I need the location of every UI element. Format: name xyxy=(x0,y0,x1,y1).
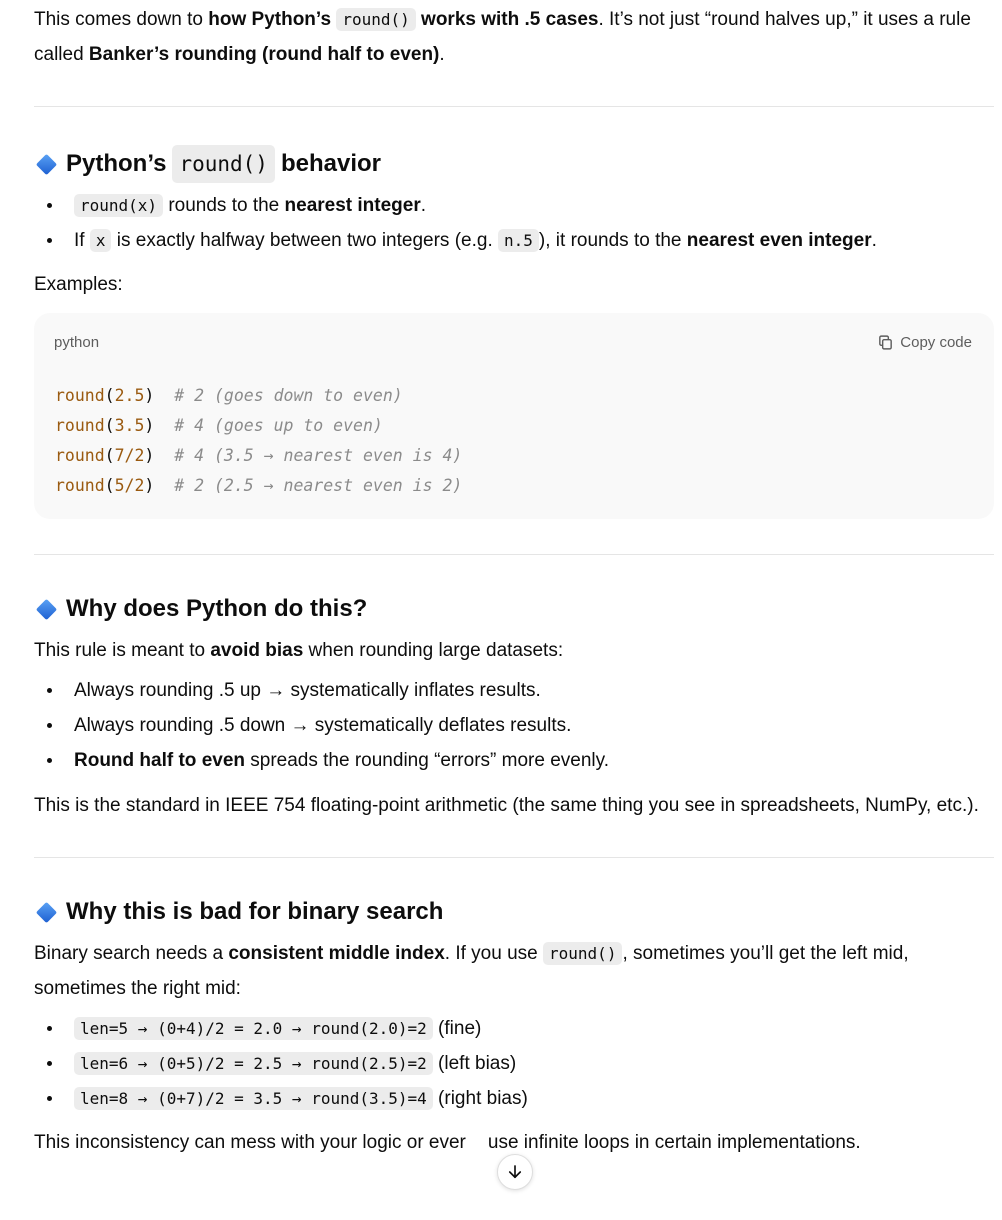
paragraph: This rule is meant to avoid bias when ro… xyxy=(34,633,994,668)
bold-text: avoid bias xyxy=(210,640,304,661)
code-comment: # 2 (goes down to even) xyxy=(174,386,403,405)
blue-diamond-icon xyxy=(35,153,58,175)
divider xyxy=(34,554,994,555)
bullet-list: round(x) rounds to the nearest integer. … xyxy=(34,188,994,258)
section-heading: Python’s round() behavior xyxy=(34,145,994,183)
paragraph: Binary search needs a consistent middle … xyxy=(34,936,994,1006)
code-function: round xyxy=(55,386,105,405)
list-item: round(x) rounds to the nearest integer. xyxy=(34,188,994,223)
text: . If you use xyxy=(444,943,544,964)
text: when rounding large datasets: xyxy=(303,640,564,661)
intro-paragraph: This comes down to how Python’s round() … xyxy=(34,2,994,72)
copy-icon xyxy=(879,335,893,350)
list-item: Always rounding .5 up → systematically i… xyxy=(34,673,994,708)
text: Binary search needs a xyxy=(34,943,229,964)
code-line: round(3.5) # 4 (goes up to even) xyxy=(55,416,383,435)
text: This inconsistency can mess with your lo… xyxy=(34,1132,466,1153)
code-block: python Copy code round(2.5) # 2 (goes do… xyxy=(34,313,994,519)
text: This comes down to xyxy=(34,9,209,30)
text: (right bias) xyxy=(432,1088,528,1109)
code-argument: 3.5 xyxy=(114,416,145,435)
bold-text: consistent middle index xyxy=(228,943,445,964)
blue-diamond-icon xyxy=(35,901,58,923)
code-comment: # 4 (3.5 → nearest even is 4) xyxy=(174,446,463,465)
list-item: If x is exactly halfway between two inte… xyxy=(34,223,994,258)
bold-text: Round half to even xyxy=(74,750,245,771)
bold-text: how Python’s xyxy=(208,9,337,30)
code-content: round(2.5) # 2 (goes down to even) round(… xyxy=(55,381,462,501)
list-item: len=6 → (0+5)/2 = 2.5 → round(2.5)=2 (le… xyxy=(34,1046,994,1081)
text: . xyxy=(439,44,445,65)
heading-text: Why does Python do this? xyxy=(66,595,368,622)
bold-text: works with .5 cases xyxy=(415,9,599,30)
text: (left bias) xyxy=(432,1053,517,1074)
list-item: Always rounding .5 down → systematically… xyxy=(34,708,994,743)
code-function: round xyxy=(55,476,105,495)
inline-code: round() xyxy=(172,145,275,183)
code-function: round xyxy=(55,416,105,435)
chat-message: This comes down to how Python’s round() … xyxy=(34,2,994,1160)
copy-code-label: Copy code xyxy=(900,334,972,351)
inline-code: round(x) xyxy=(74,194,164,217)
text: (fine) xyxy=(432,1018,482,1039)
divider xyxy=(34,106,994,107)
text: This rule is meant to xyxy=(34,640,211,661)
code-argument: 5/2 xyxy=(114,476,145,495)
code-argument: 7/2 xyxy=(114,446,145,465)
section-heading: Why does Python do this? xyxy=(34,592,994,626)
bold-text: nearest integer xyxy=(284,195,421,216)
heading-text: behavior xyxy=(280,150,381,177)
inline-code: x xyxy=(89,229,112,252)
blue-diamond-icon xyxy=(35,598,58,620)
bold-text: nearest even integer xyxy=(686,230,872,251)
code-function: round xyxy=(55,446,105,465)
paragraph: This is the standard in IEEE 754 floatin… xyxy=(34,795,979,816)
inline-code: n.5 xyxy=(498,229,539,252)
code-argument: 2.5 xyxy=(114,386,145,405)
bold-text: Banker’s rounding (round half to even) xyxy=(88,44,440,65)
examples-label: Examples: xyxy=(34,274,123,295)
bullet-list: Always rounding .5 up → systematically i… xyxy=(34,673,994,778)
text: rounds to the xyxy=(163,195,285,216)
text: . xyxy=(420,195,427,216)
copy-code-button[interactable]: Copy code xyxy=(877,325,972,360)
inline-code: len=6 → (0+5)/2 = 2.5 → round(2.5)=2 xyxy=(74,1052,433,1075)
scroll-to-bottom-button[interactable] xyxy=(497,1154,533,1190)
heading-text: Python’s xyxy=(66,150,167,177)
code-comment: # 2 (2.5 → nearest even is 2) xyxy=(174,476,463,495)
text: is exactly halfway between two integers … xyxy=(111,230,499,251)
arrow-down-icon xyxy=(508,1165,522,1179)
list-item: len=5 → (0+4)/2 = 2.0 → round(2.0)=2 (fi… xyxy=(34,1011,994,1046)
section-heading: Why this is bad for binary search xyxy=(34,895,994,929)
code-language-label: python xyxy=(54,334,100,351)
text: If xyxy=(74,230,90,251)
list-item: Round half to even spreads the rounding … xyxy=(34,743,994,778)
inline-code: len=8 → (0+7)/2 = 3.5 → round(3.5)=4 xyxy=(74,1087,433,1110)
text: ), it rounds to the xyxy=(538,230,687,251)
code-line: round(7/2) # 4 (3.5 → nearest even is 4) xyxy=(55,446,463,465)
inline-code: round() xyxy=(543,942,623,965)
list-item: len=8 → (0+7)/2 = 3.5 → round(3.5)=4 (ri… xyxy=(34,1081,994,1116)
inline-code: round() xyxy=(336,8,416,31)
text: use infinite loops in certain implementa… xyxy=(487,1132,861,1153)
heading-text: Why this is bad for binary search xyxy=(66,898,444,925)
text: spreads the rounding “errors” more evenl… xyxy=(245,750,609,771)
inline-code: len=5 → (0+4)/2 = 2.0 → round(2.0)=2 xyxy=(74,1017,433,1040)
bullet-list: len=5 → (0+4)/2 = 2.0 → round(2.0)=2 (fi… xyxy=(34,1011,994,1116)
divider xyxy=(34,857,994,858)
text: . xyxy=(871,230,877,251)
code-line: round(5/2) # 2 (2.5 → nearest even is 2) xyxy=(55,476,463,495)
code-line: round(2.5) # 2 (goes down to even) xyxy=(55,386,403,405)
code-comment: # 4 (goes up to even) xyxy=(174,416,383,435)
